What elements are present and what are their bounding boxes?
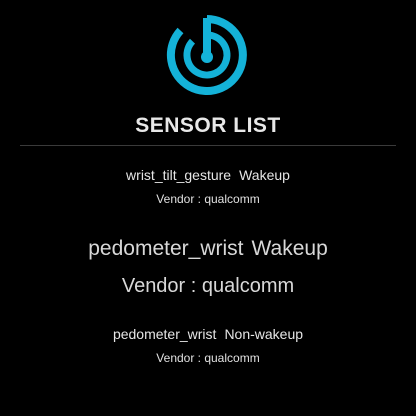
sensor-list-item[interactable]: pedometer_wrist Non-wakeup Vendor : qualc… <box>0 325 416 366</box>
sensor-wake-type: Wakeup <box>239 167 290 183</box>
sensor-list-item-focused[interactable]: pedometer_wrist Wakeup Vendor : qualcomm <box>0 236 416 299</box>
sensor-wake-type: Non-wakeup <box>224 326 304 342</box>
sensor-list: wrist_tilt_gesture Wakeup Vendor : qualco… <box>0 0 416 416</box>
sensor-vendor: Vendor : qualcomm <box>121 275 295 297</box>
sensor-wake-type: Wakeup <box>251 237 328 260</box>
sensor-name-row: pedometer_wrist Wakeup <box>0 236 416 262</box>
sensor-name: pedometer_wrist <box>88 237 244 260</box>
sensor-name-row: wrist_tilt_gesture Wakeup <box>0 166 416 184</box>
sensor-name: wrist_tilt_gesture <box>126 167 232 183</box>
sensor-name-row: pedometer_wrist Non-wakeup <box>0 325 416 343</box>
sensor-vendor: Vendor : qualcomm <box>156 192 260 206</box>
sensor-vendor: Vendor : qualcomm <box>156 351 260 365</box>
sensor-list-item[interactable]: wrist_tilt_gesture Wakeup Vendor : qualco… <box>0 166 416 207</box>
sensor-name: pedometer_wrist <box>112 326 217 342</box>
